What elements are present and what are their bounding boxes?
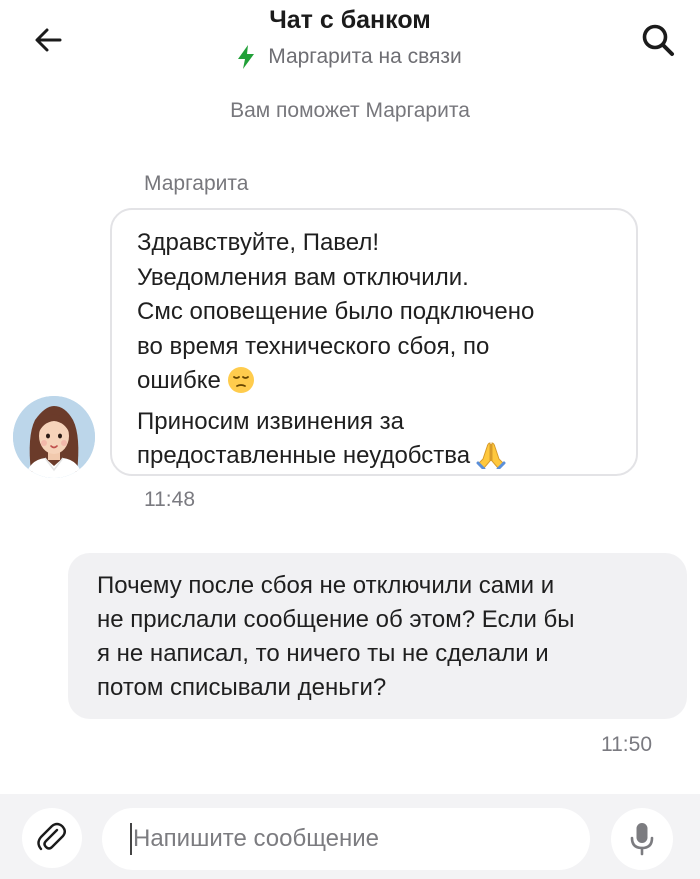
message-line: не прислали сообщение об этом? Если бы xyxy=(97,606,575,633)
agent-status: Маргарита на связи xyxy=(0,45,700,69)
system-note: Вам поможет Маргарита xyxy=(230,99,470,122)
message-input-placeholder: Напишите сообщение xyxy=(133,825,380,852)
message-line-with-emoji: предоставленные неудобства xyxy=(137,439,614,480)
message-line: Приносим извинения за xyxy=(137,407,405,435)
message-line: потом списывали деньги? xyxy=(97,674,387,701)
attach-button[interactable] xyxy=(22,808,82,868)
lightning-icon xyxy=(238,45,255,69)
message-input[interactable]: Напишите сообщение xyxy=(102,808,590,870)
message-line: Почему после сбоя не отключили сами и xyxy=(97,572,555,599)
pensive-face-emoji xyxy=(227,366,255,405)
avatar[interactable] xyxy=(13,396,95,478)
paperclip-icon xyxy=(37,822,66,851)
incoming-message-bubble[interactable]: Здравствуйте, Павел! Уведомления вам отк… xyxy=(110,208,638,476)
sender-name: Маргарита xyxy=(144,172,249,195)
message-line: во время технического сбоя, по xyxy=(137,332,490,360)
microphone-icon xyxy=(630,823,654,856)
text-cursor xyxy=(130,823,132,855)
message-line: Смс оповещение было подключено xyxy=(137,298,535,325)
message-line-text: предоставленные неудобства xyxy=(137,442,471,469)
search-button[interactable] xyxy=(638,20,678,60)
message-line: я не написал, то ничего ты не сделали и xyxy=(97,640,549,667)
message-line-with-emoji: ошибке xyxy=(137,364,614,405)
message-time: 11:50 xyxy=(601,733,652,756)
message-line-text: ошибке xyxy=(137,367,221,394)
message-composer: Напишите сообщение xyxy=(0,794,700,879)
microphone-button[interactable] xyxy=(611,808,673,870)
folded-hands-emoji xyxy=(476,441,506,480)
outgoing-message-bubble[interactable]: Почему после сбоя не отключили сами и не… xyxy=(68,553,687,719)
agent-avatar-icon xyxy=(13,396,95,478)
message-time: 11:48 xyxy=(144,488,195,511)
message-line: Здравствуйте, Павел! xyxy=(137,229,380,256)
search-icon xyxy=(642,24,674,56)
message-line: Уведомления вам отключили. xyxy=(137,263,469,291)
status-text: Маргарита на связи xyxy=(268,45,462,68)
chat-title: Чат с банком xyxy=(269,6,431,34)
chat-header: Чат с банком Маргарита на связи xyxy=(0,0,700,80)
